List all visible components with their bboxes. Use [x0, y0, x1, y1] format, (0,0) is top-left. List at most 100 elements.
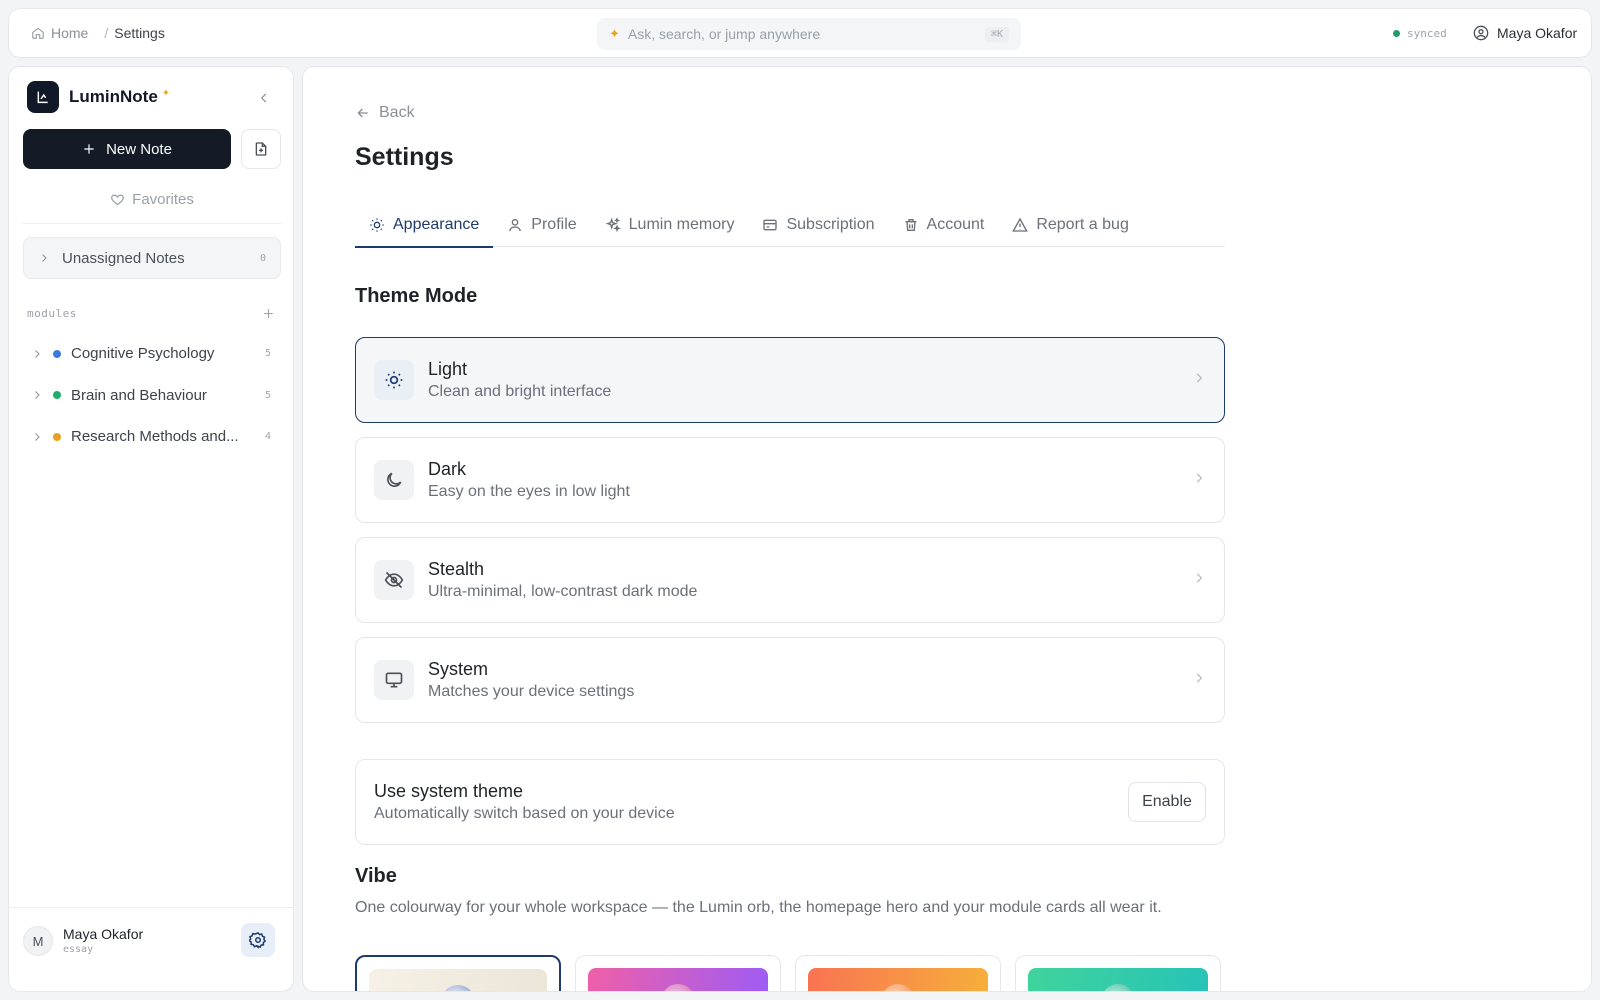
enable-system-theme-button[interactable]: Enable: [1128, 782, 1206, 822]
new-note-label: New Note: [106, 140, 172, 158]
plus-icon: [263, 308, 273, 318]
module-color-dot: [53, 349, 61, 358]
app-name: LuminNote: [69, 87, 158, 106]
modules-label: modules: [27, 306, 77, 320]
sparkles-icon: [605, 217, 621, 233]
vibe-option[interactable]: [355, 955, 561, 991]
theme-option-stealth[interactable]: Stealth Ultra-minimal, low-contrast dark…: [355, 537, 1225, 623]
unassigned-notes-item[interactable]: Unassigned Notes 0: [23, 237, 281, 279]
module-item[interactable]: Research Methods and... 4: [31, 416, 271, 458]
tab-label: Account: [926, 216, 985, 233]
sidebar-user[interactable]: M Maya Okafor essay: [23, 923, 143, 959]
breadcrumb-separator: /: [104, 25, 109, 41]
theme-name: Light: [428, 359, 468, 379]
eye-off-icon: [374, 560, 414, 600]
vibe-description: One colourway for your whole workspace —…: [355, 899, 1162, 916]
theme-name: Dark: [428, 459, 467, 479]
settings-button[interactable]: [241, 923, 275, 957]
user-circle-icon: [1473, 25, 1489, 41]
chevron-right-icon: [31, 348, 43, 360]
main-panel: Back Settings Appearance Profile Lumin m…: [302, 66, 1592, 992]
home-icon: [31, 26, 45, 40]
new-note-button[interactable]: New Note: [23, 129, 231, 169]
brand[interactable]: LuminNote ✦: [27, 81, 170, 113]
theme-name: System: [428, 659, 489, 679]
module-list: Cognitive Psychology 5 Brain and Behavio…: [31, 333, 271, 458]
sync-status: synced: [1393, 9, 1447, 57]
monitor-icon: [374, 660, 414, 700]
chevron-right-icon: [1192, 571, 1206, 590]
back-link[interactable]: Back: [355, 103, 415, 123]
user-icon: [507, 217, 523, 233]
vibe-option[interactable]: [795, 955, 1001, 991]
module-item[interactable]: Brain and Behaviour 5: [31, 375, 271, 417]
sidebar-user-role: essay: [63, 944, 94, 955]
heart-icon: [110, 192, 125, 207]
breadcrumb-home[interactable]: Home: [31, 25, 88, 41]
favorites-label: Favorites: [132, 190, 194, 208]
credit-card-icon: [762, 217, 778, 233]
module-count: 4: [264, 431, 271, 443]
tab-report-bug[interactable]: Report a bug: [998, 203, 1143, 247]
theme-description: Ultra-minimal, low-contrast dark mode: [428, 583, 698, 600]
vibe-option[interactable]: [575, 955, 781, 991]
tab-lumin-memory[interactable]: Lumin memory: [591, 203, 749, 247]
theme-option-dark[interactable]: Dark Easy on the eyes in low light: [355, 437, 1225, 523]
sun-icon: [374, 360, 414, 400]
modules-header: modules: [27, 303, 277, 323]
orb-icon: [441, 985, 475, 991]
top-bar: Home / Settings ✦ Ask, search, or jump a…: [8, 8, 1592, 58]
arrow-left-icon: [355, 105, 371, 121]
vibe-swatch: [588, 968, 768, 991]
theme-mode-heading: Theme Mode: [355, 285, 478, 307]
warning-icon: [1012, 217, 1029, 233]
trash-icon: [903, 217, 919, 233]
sidebar: LuminNote ✦ New Note Favorites Unassigne…: [8, 66, 294, 992]
vibe-option[interactable]: [1015, 955, 1221, 991]
module-color-dot: [53, 432, 61, 441]
theme-name: Stealth: [428, 559, 485, 579]
add-module-button[interactable]: [259, 304, 277, 322]
tab-appearance[interactable]: Appearance: [355, 203, 494, 248]
module-count: 5: [264, 348, 271, 360]
orb-icon: [1101, 984, 1135, 991]
gear-icon: [249, 931, 267, 949]
favorites-link[interactable]: Favorites: [23, 185, 281, 213]
vibe-options: [355, 955, 1225, 991]
tab-label: Lumin memory: [628, 216, 735, 233]
plus-icon: [82, 142, 96, 156]
orb-icon: [661, 984, 695, 991]
back-label: Back: [379, 104, 415, 121]
module-name: Cognitive Psychology: [71, 345, 215, 363]
chevron-right-icon: [1192, 471, 1206, 490]
chevron-right-icon: [38, 252, 50, 264]
theme-option-light[interactable]: Light Clean and bright interface: [355, 337, 1225, 423]
vibe-swatch: [369, 969, 547, 991]
module-item[interactable]: Cognitive Psychology 5: [31, 333, 271, 375]
theme-description: Matches your device settings: [428, 683, 635, 700]
logo-icon: [27, 81, 59, 113]
search-input[interactable]: ✦ Ask, search, or jump anywhere ⌘K: [597, 18, 1021, 50]
user-menu[interactable]: Maya Okafor: [1473, 9, 1577, 57]
theme-description: Easy on the eyes in low light: [428, 483, 630, 500]
chevron-left-icon: [257, 91, 271, 105]
tab-profile[interactable]: Profile: [493, 203, 590, 247]
tab-account[interactable]: Account: [889, 203, 999, 247]
collapse-sidebar-button[interactable]: [253, 87, 275, 109]
divider: [9, 907, 293, 908]
avatar: M: [23, 926, 53, 956]
system-theme-title: Use system theme: [374, 781, 524, 801]
tab-label: Appearance: [393, 216, 480, 233]
module-color-dot: [53, 391, 61, 400]
file-plus-icon: [253, 141, 269, 157]
tab-label: Profile: [531, 216, 577, 233]
breadcrumb-home-label: Home: [51, 25, 89, 41]
theme-list: Light Clean and bright interface Dark Ea…: [355, 337, 1225, 737]
theme-option-system[interactable]: System Matches your device settings: [355, 637, 1225, 723]
new-document-button[interactable]: [241, 129, 281, 169]
tab-subscription[interactable]: Subscription: [748, 203, 888, 247]
user-name: Maya Okafor: [1497, 25, 1578, 41]
module-name: Brain and Behaviour: [71, 386, 207, 404]
search-placeholder: Ask, search, or jump anywhere: [627, 26, 821, 42]
page-title: Settings: [355, 143, 454, 171]
